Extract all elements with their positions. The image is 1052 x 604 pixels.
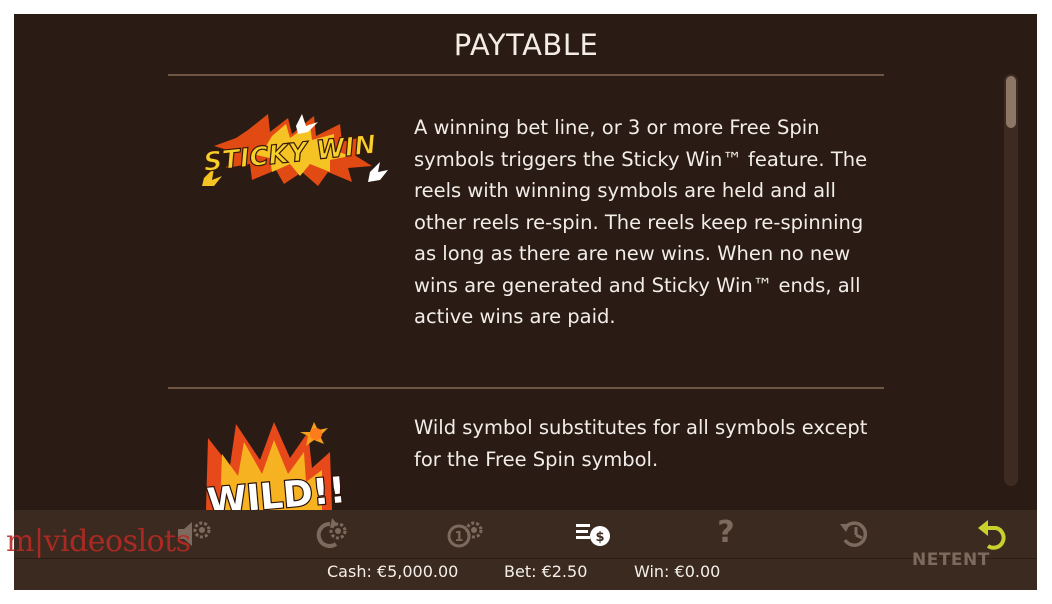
page-title: PAYTABLE bbox=[453, 28, 599, 62]
history-clock-icon[interactable] bbox=[836, 516, 876, 552]
svg-text:1: 1 bbox=[454, 530, 463, 545]
sticky-win-symbol: STICKY WIN bbox=[202, 114, 388, 186]
back-arrow-icon[interactable] bbox=[974, 516, 1014, 552]
paytable-window: PAYTABLE STICKY WIN A winning bet line, … bbox=[14, 14, 1037, 590]
scrollbar-track[interactable] bbox=[1004, 74, 1018, 486]
question-icon[interactable]: ? bbox=[706, 516, 746, 552]
paytable-coin-icon[interactable]: $ bbox=[574, 516, 614, 552]
autoplay-gear-icon[interactable] bbox=[310, 516, 350, 552]
coins-gear-icon[interactable]: 1 bbox=[444, 516, 484, 552]
svg-text:$: $ bbox=[595, 530, 604, 545]
wild-description: Wild symbol substitutes for all symbols … bbox=[414, 416, 868, 471]
cash-label: Cash: €5,000.00 bbox=[327, 562, 459, 581]
divider bbox=[168, 74, 884, 76]
scrollbar-thumb[interactable] bbox=[1006, 76, 1016, 128]
win-label: Win: €0.00 bbox=[634, 562, 721, 581]
netent-logo: NETENT bbox=[912, 550, 990, 570]
bet-label: Bet: €2.50 bbox=[504, 562, 588, 581]
divider bbox=[168, 387, 884, 389]
sticky-win-description: A winning bet line, or 3 or more Free Sp… bbox=[414, 116, 868, 328]
wild-symbol: WILD!! bbox=[204, 422, 348, 510]
videoslots-watermark: m|videoslots bbox=[6, 524, 191, 559]
